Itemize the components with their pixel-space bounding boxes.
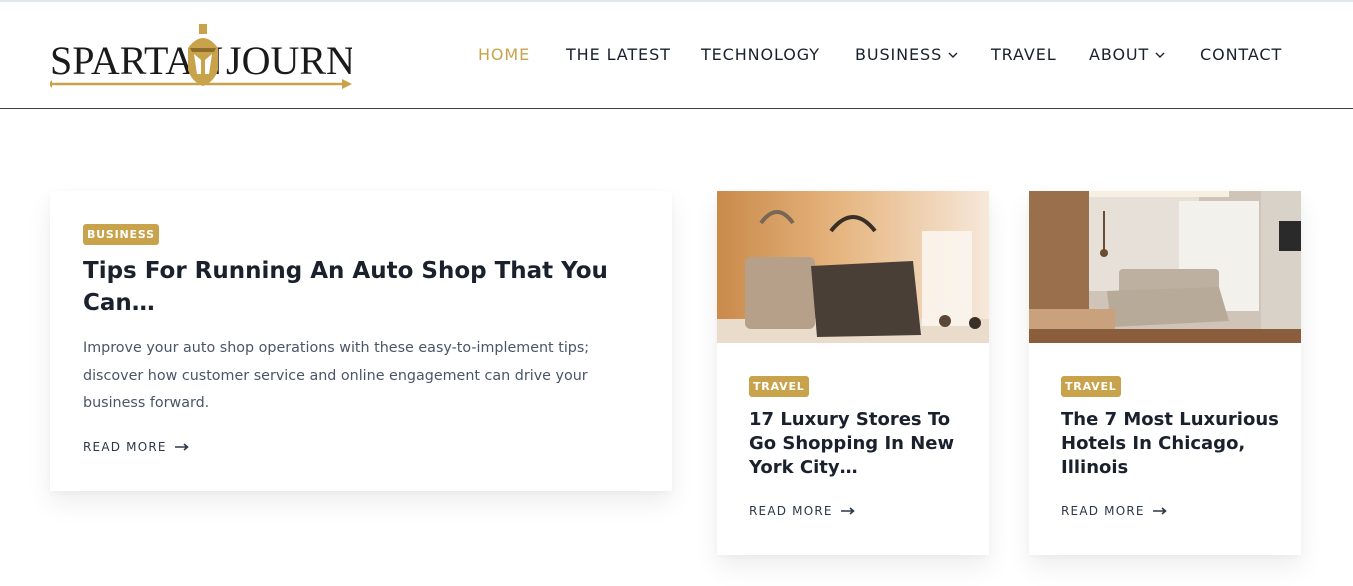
site-header: SPARTAN JOURNAL HOME THE LATEST TECHNO xyxy=(0,2,1353,109)
chevron-down-icon xyxy=(948,52,958,58)
nav-label: ABOUT xyxy=(1089,45,1150,64)
read-more-link[interactable]: READ MORE xyxy=(749,504,855,518)
nav-label: THE LATEST xyxy=(566,45,671,64)
read-more-label: READ MORE xyxy=(83,440,167,454)
featured-post-card: BUSINESS Tips For Running An Auto Shop T… xyxy=(50,191,672,491)
post-title[interactable]: Tips For Running An Auto Shop That You C… xyxy=(83,255,643,319)
nav-item-contact[interactable]: CONTACT xyxy=(1200,45,1282,64)
luxury-handbags-image[interactable] xyxy=(717,191,989,343)
arrow-right-icon xyxy=(174,443,189,451)
nav-label: HOME xyxy=(478,45,531,64)
nav-item-business[interactable]: BUSINESS xyxy=(855,45,958,64)
svg-text:JOURNAL: JOURNAL xyxy=(226,38,352,83)
hotel-bedroom-image[interactable] xyxy=(1029,191,1301,343)
nav-item-travel[interactable]: TRAVEL xyxy=(991,45,1057,64)
nav-label: TECHNOLOGY xyxy=(701,45,820,64)
spartan-journal-logo: SPARTAN JOURNAL xyxy=(50,24,352,89)
post-card: TRAVEL 17 Luxury Stores To Go Shopping I… xyxy=(717,191,989,555)
nav-item-technology[interactable]: TECHNOLOGY xyxy=(701,45,820,64)
category-badge[interactable]: TRAVEL xyxy=(749,376,809,397)
nav-label: TRAVEL xyxy=(991,45,1057,64)
nav-item-home[interactable]: HOME xyxy=(478,45,530,64)
category-badge[interactable]: BUSINESS xyxy=(83,224,159,245)
nav-label: CONTACT xyxy=(1200,45,1283,64)
nav-label: BUSINESS xyxy=(855,45,943,64)
post-title[interactable]: 17 Luxury Stores To Go Shopping In New Y… xyxy=(749,408,969,480)
read-more-link[interactable]: READ MORE xyxy=(83,440,189,454)
read-more-label: READ MORE xyxy=(1061,504,1145,518)
post-title[interactable]: The 7 Most Luxurious Hotels In Chicago, … xyxy=(1061,408,1281,480)
read-more-link[interactable]: READ MORE xyxy=(1061,504,1167,518)
nav-item-the-latest[interactable]: THE LATEST xyxy=(566,45,671,64)
arrow-right-icon xyxy=(1152,507,1167,515)
nav-item-about[interactable]: ABOUT xyxy=(1089,45,1165,64)
category-badge[interactable]: TRAVEL xyxy=(1061,376,1121,397)
site-logo[interactable]: SPARTAN JOURNAL xyxy=(50,20,352,92)
post-excerpt: Improve your auto shop operations with t… xyxy=(83,340,590,411)
chevron-down-icon xyxy=(1155,52,1165,58)
read-more-label: READ MORE xyxy=(749,504,833,518)
arrow-right-icon xyxy=(840,507,855,515)
post-card: TRAVEL The 7 Most Luxurious Hotels In Ch… xyxy=(1029,191,1301,555)
